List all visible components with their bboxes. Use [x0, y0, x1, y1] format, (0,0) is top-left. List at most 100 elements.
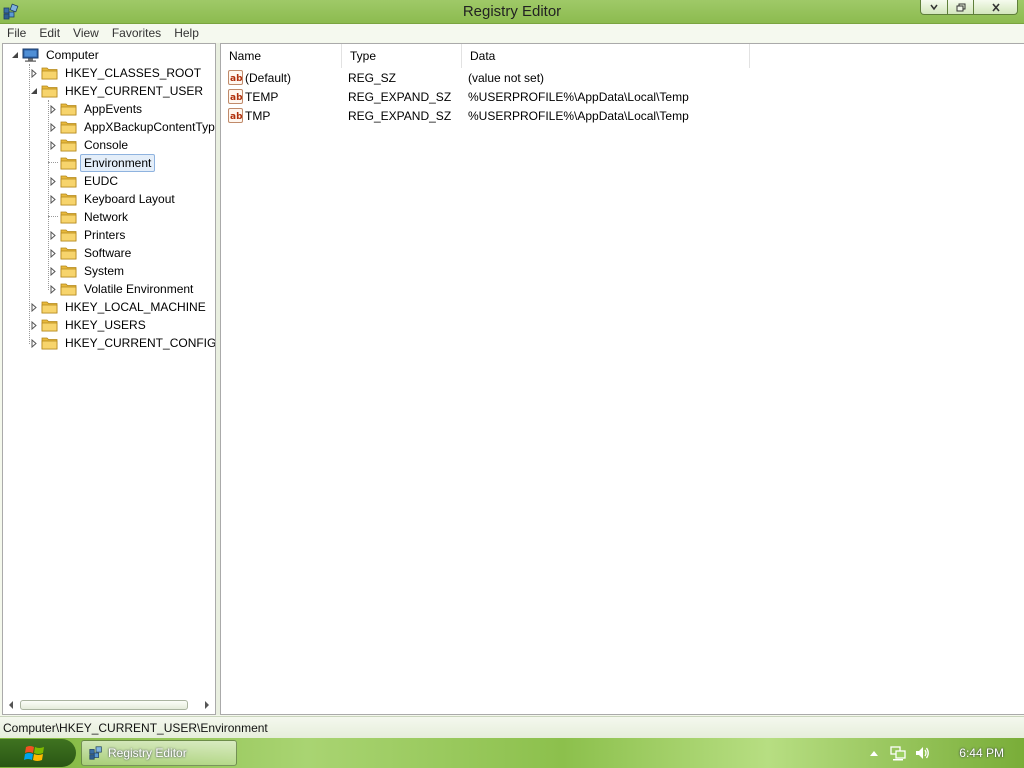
- folder-icon: [60, 139, 77, 152]
- folder-icon: [41, 301, 58, 314]
- menu-edit[interactable]: Edit: [32, 26, 66, 40]
- menu-file[interactable]: File: [0, 26, 32, 40]
- tree-node-label: HKEY_CLASSES_ROOT: [65, 66, 202, 80]
- string-value-icon: ab: [228, 89, 243, 104]
- menu-help[interactable]: Help: [167, 26, 205, 40]
- taskbar: Registry Editor 6:44 PM: [0, 738, 1024, 768]
- tree-node-label: Keyboard Layout: [84, 192, 175, 206]
- collapsed-arrow-icon[interactable]: [28, 67, 40, 79]
- tree-node[interactable]: Volatile Environment: [47, 280, 197, 298]
- value-type: REG_SZ: [348, 71, 397, 85]
- tree-node[interactable]: AppXBackupContentTyp: [47, 118, 215, 136]
- folder-icon: [60, 121, 77, 134]
- value-type: REG_EXPAND_SZ: [348, 90, 452, 104]
- value-row[interactable]: ab TMP REG_EXPAND_SZ %USERPROFILE%\AppData\…: [221, 107, 821, 126]
- collapsed-arrow-icon[interactable]: [47, 193, 59, 205]
- collapsed-arrow-icon[interactable]: [47, 139, 59, 151]
- tree-horizontal-scrollbar[interactable]: [4, 698, 214, 712]
- collapsed-arrow-icon[interactable]: [47, 283, 59, 295]
- scroll-right-arrow-icon[interactable]: [200, 698, 214, 712]
- folder-icon: [41, 85, 58, 98]
- tree-node[interactable]: HKEY_CURRENT_USER: [28, 82, 207, 100]
- volume-icon[interactable]: [913, 744, 931, 762]
- collapsed-arrow-icon[interactable]: [47, 247, 59, 259]
- start-button[interactable]: [0, 739, 76, 767]
- folder-icon: [60, 157, 77, 170]
- value-type: REG_EXPAND_SZ: [348, 109, 452, 123]
- tree-node-label: HKEY_USERS: [65, 318, 146, 332]
- tree-node[interactable]: Environment: [47, 154, 156, 172]
- tree-node[interactable]: Console: [47, 136, 132, 154]
- svg-text:ab: ab: [230, 112, 242, 122]
- tree-node-label: Console: [84, 138, 129, 152]
- folder-icon: [60, 193, 77, 206]
- network-icon[interactable]: [889, 744, 907, 762]
- menu-favorites[interactable]: Favorites: [105, 26, 167, 40]
- tree-node-label: Network: [84, 210, 129, 224]
- value-data: %USERPROFILE%\AppData\Local\Temp: [468, 109, 689, 123]
- collapsed-arrow-icon[interactable]: [47, 121, 59, 133]
- close-button[interactable]: [974, 0, 1018, 15]
- clock[interactable]: 6:44 PM: [959, 746, 1004, 760]
- minimize-button[interactable]: [920, 0, 948, 15]
- taskbar-app-label: Registry Editor: [108, 746, 187, 760]
- scrollbar-thumb[interactable]: [20, 700, 188, 710]
- column-header-data[interactable]: Data: [462, 44, 750, 68]
- collapsed-arrow-icon[interactable]: [47, 175, 59, 187]
- collapsed-arrow-icon[interactable]: [28, 337, 40, 349]
- folder-icon: [60, 175, 77, 188]
- tree-node[interactable]: HKEY_USERS: [28, 316, 150, 334]
- maximize-button[interactable]: [948, 0, 974, 15]
- menu-view[interactable]: View: [66, 26, 105, 40]
- folder-icon: [60, 265, 77, 278]
- column-header-type[interactable]: Type: [342, 44, 462, 68]
- tree-node-label: EUDC: [84, 174, 119, 188]
- computer-icon: [22, 48, 39, 62]
- tree-node[interactable]: HKEY_LOCAL_MACHINE: [28, 298, 210, 316]
- expanded-arrow-icon[interactable]: [9, 49, 21, 61]
- no-expander: [47, 211, 59, 223]
- expanded-arrow-icon[interactable]: [28, 85, 40, 97]
- restore-icon: [956, 3, 965, 11]
- collapsed-arrow-icon[interactable]: [47, 265, 59, 277]
- tree-node-label: AppEvents: [84, 102, 143, 116]
- registry-editor-icon: [89, 746, 102, 760]
- tree-node[interactable]: Keyboard Layout: [47, 190, 179, 208]
- registry-tree[interactable]: Computer HKEY_CLASSES_ROOT HKEY_CURRENT_U…: [2, 43, 216, 715]
- tree-node[interactable]: Network: [47, 208, 132, 226]
- tree-node[interactable]: EUDC: [47, 172, 122, 190]
- value-name: TEMP: [245, 90, 279, 104]
- collapsed-arrow-icon[interactable]: [47, 229, 59, 241]
- collapsed-arrow-icon[interactable]: [47, 103, 59, 115]
- string-value-icon: ab: [228, 70, 243, 85]
- window-title: Registry Editor: [462, 3, 562, 20]
- tree-node[interactable]: Software: [47, 244, 135, 262]
- value-row[interactable]: ab TEMP REG_EXPAND_SZ %USERPROFILE%\AppData…: [221, 88, 821, 107]
- status-path: Computer\HKEY_CURRENT_USER\Environment: [3, 721, 268, 735]
- tree-node-computer[interactable]: Computer: [9, 46, 103, 64]
- collapsed-arrow-icon[interactable]: [28, 319, 40, 331]
- tree-node[interactable]: AppEvents: [47, 100, 146, 118]
- tree-node[interactable]: System: [47, 262, 128, 280]
- show-hidden-icons[interactable]: [865, 744, 883, 762]
- taskbar-app-registry-editor[interactable]: Registry Editor: [81, 740, 237, 766]
- svg-text:ab: ab: [230, 93, 242, 103]
- title-bar[interactable]: Registry Editor: [0, 0, 1024, 24]
- tree-node[interactable]: HKEY_CLASSES_ROOT: [28, 64, 205, 82]
- scrollbar-track[interactable]: [18, 699, 200, 711]
- column-header-name[interactable]: Name: [221, 44, 342, 68]
- collapsed-arrow-icon[interactable]: [28, 301, 40, 313]
- scroll-left-arrow-icon[interactable]: [4, 698, 18, 712]
- value-name: TMP: [245, 109, 271, 123]
- start-orb-icon: [24, 746, 44, 761]
- tree-node[interactable]: HKEY_CURRENT_CONFIG: [28, 334, 215, 352]
- value-row[interactable]: ab (Default) REG_SZ (value not set): [221, 69, 821, 88]
- tree-node-label: Printers: [84, 228, 126, 242]
- folder-icon: [41, 319, 58, 332]
- folder-icon: [60, 229, 77, 242]
- values-list[interactable]: Name Type Data ab (Default) REG_SZ (value n…: [220, 43, 1024, 715]
- tree-node-label: HKEY_LOCAL_MACHINE: [65, 300, 206, 314]
- value-data: (value not set): [468, 71, 545, 85]
- tree-node[interactable]: Printers: [47, 226, 129, 244]
- folder-icon: [41, 67, 58, 80]
